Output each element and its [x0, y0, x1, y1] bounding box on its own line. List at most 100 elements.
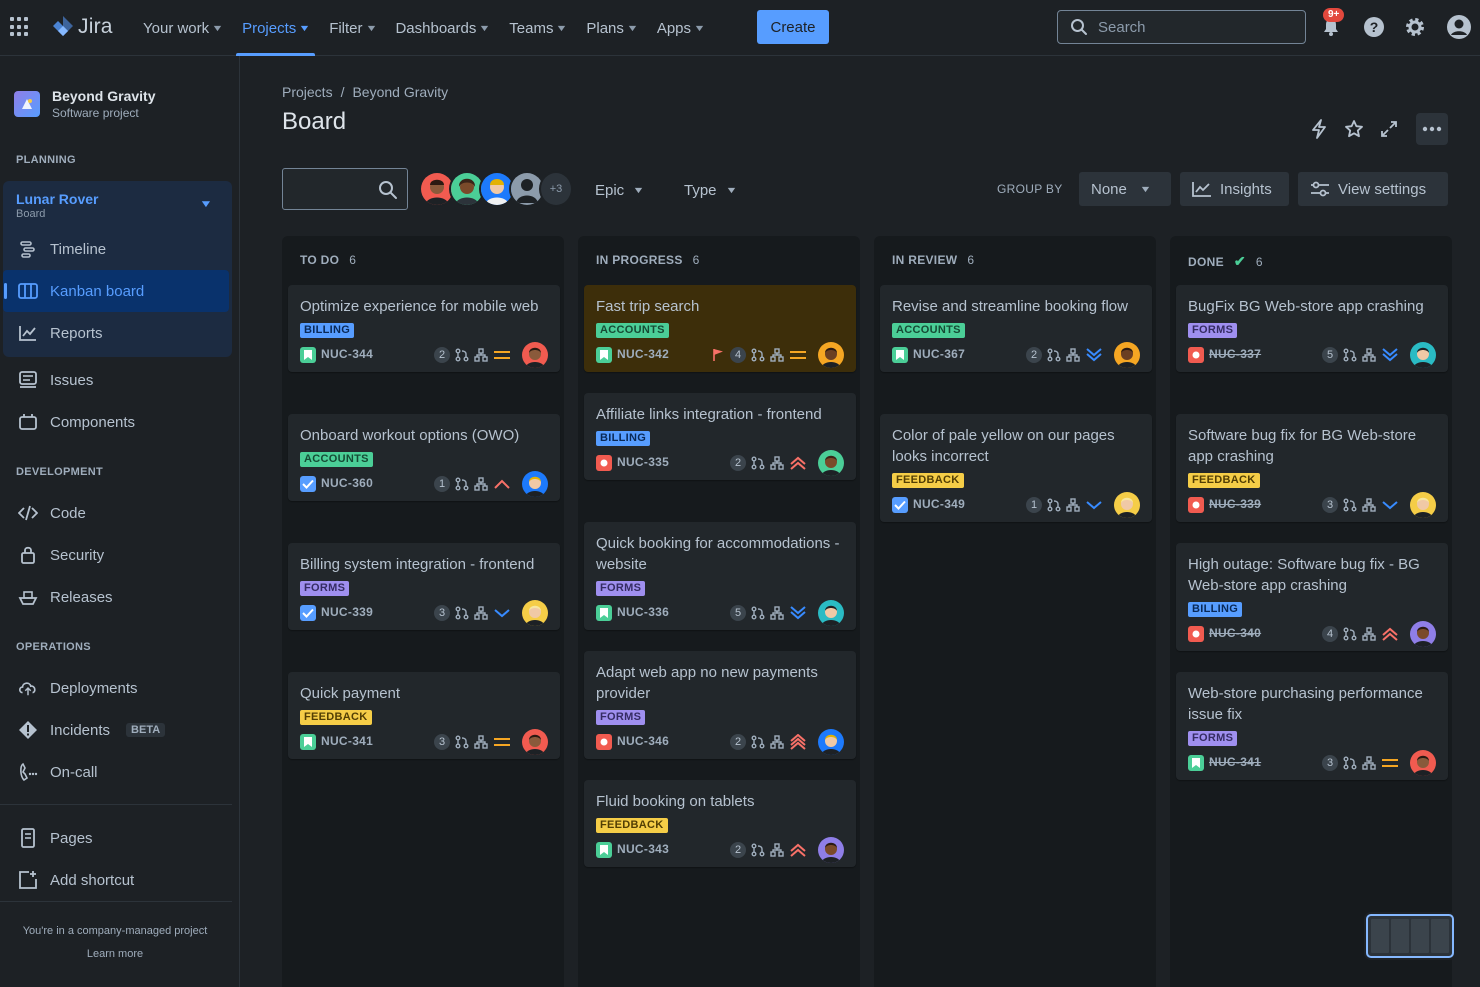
nav-teams[interactable]: Teams ▼ [499, 0, 576, 56]
beta-badge: BETA [126, 723, 166, 737]
sidebar-item-issues[interactable]: Issues [18, 369, 93, 391]
issue-key[interactable]: NUC-346 [617, 734, 669, 748]
group-by-select[interactable]: None ▼ [1079, 172, 1171, 206]
more-actions-button[interactable] [1416, 113, 1448, 145]
sidebar-item-code[interactable]: Code [18, 502, 86, 524]
star-button[interactable] [1338, 113, 1370, 145]
assignee-avatar[interactable] [818, 600, 844, 626]
issue-card[interactable]: Affiliate links integration - frontend BI… [584, 393, 856, 480]
issue-key[interactable]: NUC-344 [321, 347, 373, 361]
issue-key[interactable]: NUC-367 [913, 347, 965, 361]
board-search-input[interactable] [282, 168, 408, 210]
board-minimap[interactable] [1366, 914, 1454, 958]
issue-card[interactable]: Software bug fix for BG Web-store app cr… [1176, 414, 1448, 522]
issue-card[interactable]: Adapt web app no new payments provider FO… [584, 651, 856, 759]
breadcrumb-projects[interactable]: Projects [282, 84, 333, 100]
sidebar-divider [0, 901, 232, 902]
assignee-avatar[interactable] [1114, 342, 1140, 368]
breadcrumb-project[interactable]: Beyond Gravity [352, 84, 448, 100]
issue-key[interactable]: NUC-342 [617, 347, 669, 361]
issue-card[interactable]: Fast trip search ACCOUNTS NUC-342 4 [584, 285, 856, 372]
issue-key[interactable]: NUC-339 [1209, 497, 1261, 511]
global-search-input[interactable]: Search [1057, 10, 1306, 44]
issue-key[interactable]: NUC-341 [1209, 755, 1261, 769]
issue-key[interactable]: NUC-360 [321, 476, 373, 490]
issue-key[interactable]: NUC-343 [617, 842, 669, 856]
assignee-avatar[interactable] [522, 342, 548, 368]
chevron-down-icon[interactable]: ▼ [199, 199, 213, 210]
jira-logo[interactable]: Jira [52, 14, 113, 40]
nav-apps[interactable]: Apps ▼ [647, 0, 714, 56]
view-settings-button[interactable]: View settings [1298, 172, 1448, 206]
nav-dashboards[interactable]: Dashboards ▼ [385, 0, 499, 56]
priority-low-icon [1381, 497, 1399, 513]
nav-your-work[interactable]: Your work ▼ [133, 0, 232, 56]
assignee-avatar[interactable] [522, 600, 548, 626]
sidebar-item-deployments[interactable]: Deployments [18, 677, 138, 699]
insights-button[interactable]: Insights [1180, 172, 1289, 206]
assignee-avatar[interactable] [1114, 492, 1140, 518]
automation-button[interactable] [1303, 113, 1335, 145]
issue-key[interactable]: NUC-337 [1209, 347, 1261, 361]
assignee-avatar[interactable] [818, 729, 844, 755]
issue-card[interactable]: Color of pale yellow on our pages looks … [880, 414, 1152, 522]
issues-icon [18, 370, 38, 390]
sidebar-item-incidents[interactable]: Incidents BETA [18, 719, 166, 741]
nav-filter[interactable]: Filter ▼ [319, 0, 385, 56]
sidebar-item-timeline[interactable]: Timeline [18, 238, 106, 260]
issue-key[interactable]: NUC-335 [617, 455, 669, 469]
issue-card[interactable]: Onboard workout options (OWO) ACCOUNTS NUC… [288, 414, 560, 501]
issue-card[interactable]: BugFix BG Web-store app crashing FORMS NUC… [1176, 285, 1448, 372]
nav-projects[interactable]: Projects ▼ [232, 0, 319, 56]
board-icon [18, 281, 38, 301]
settings-button[interactable] [1402, 14, 1428, 40]
issue-card[interactable]: Billing system integration - frontend FOR… [288, 543, 560, 630]
nav-plans[interactable]: Plans ▼ [576, 0, 646, 56]
issue-key[interactable]: NUC-340 [1209, 626, 1261, 640]
issue-key[interactable]: NUC-349 [913, 497, 965, 511]
app-switcher-icon[interactable] [10, 17, 30, 37]
bug-icon [1188, 497, 1204, 513]
issue-card[interactable]: Web-store purchasing performance issue f… [1176, 672, 1448, 780]
sidebar-item-components[interactable]: Components [18, 411, 135, 433]
assignee-avatar[interactable] [1410, 750, 1436, 776]
view-settings-label: View settings [1338, 180, 1427, 198]
assignee-avatar[interactable] [818, 837, 844, 863]
sidebar-item-reports[interactable]: Reports [18, 322, 103, 344]
assignee-avatar[interactable] [818, 342, 844, 368]
help-button[interactable]: ? [1361, 14, 1387, 40]
sidebar-item-kanban-board-label[interactable]: Kanban board [18, 280, 144, 302]
type-filter[interactable]: Type ▼ [674, 174, 745, 206]
assignee-avatar[interactable] [522, 729, 548, 755]
issue-key[interactable]: NUC-339 [321, 605, 373, 619]
assignee-avatar[interactable] [522, 471, 548, 497]
assignee-avatar[interactable] [818, 450, 844, 476]
fullscreen-button[interactable] [1373, 113, 1405, 145]
assignee-avatar[interactable] [1410, 492, 1436, 518]
learn-more-link[interactable]: Learn more [0, 948, 230, 960]
issue-key[interactable]: NUC-341 [321, 734, 373, 748]
sidebar-item-pages[interactable]: Pages [18, 827, 93, 849]
more-assignees-button[interactable]: +3 [539, 171, 573, 207]
profile-button[interactable] [1446, 14, 1472, 40]
issue-card[interactable]: Revise and streamline booking flow ACCOUN… [880, 285, 1152, 372]
sidebar-item-add-shortcut[interactable]: Add shortcut [18, 869, 134, 891]
issue-card[interactable]: Optimize experience for mobile web BILLIN… [288, 285, 560, 372]
issue-key[interactable]: NUC-336 [617, 605, 669, 619]
hierarchy-icon [770, 456, 784, 470]
epic-filter[interactable]: Epic ▼ [585, 174, 653, 206]
sidebar-item-security[interactable]: Security [18, 544, 104, 566]
issue-card[interactable]: High outage: Software bug fix - BG Web-s… [1176, 543, 1448, 651]
sidebar-item-on-call[interactable]: On-call [18, 761, 98, 783]
issue-card[interactable]: Fluid booking on tablets FEEDBACK NUC-343 2 [584, 780, 856, 867]
board-selector[interactable]: Lunar Rover Board [16, 191, 98, 220]
assignee-avatar[interactable] [1410, 621, 1436, 647]
sidebar-item-releases[interactable]: Releases [18, 586, 113, 608]
group-by-value: None [1091, 180, 1127, 198]
issue-card[interactable]: Quick booking for accommodations - websi… [584, 522, 856, 630]
issue-card[interactable]: Quick payment FEEDBACK NUC-341 3 [288, 672, 560, 759]
create-button[interactable]: Create [757, 10, 829, 44]
assignee-avatar[interactable] [1410, 342, 1436, 368]
group-by-label: GROUP BY [997, 182, 1063, 196]
project-header[interactable]: Beyond Gravity Software project [14, 88, 155, 120]
